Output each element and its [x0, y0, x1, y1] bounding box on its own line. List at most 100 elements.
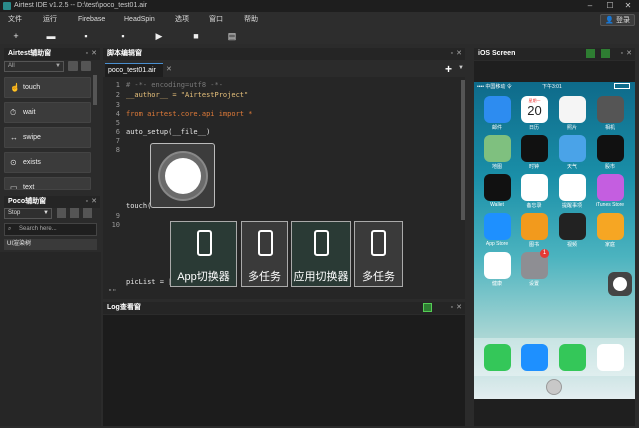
menu-window[interactable]: 窗口 — [209, 12, 223, 28]
maximize-icon[interactable]: ☐ — [601, 0, 619, 12]
panel-close-icon[interactable]: ✕ — [626, 48, 632, 60]
panel-close-icon[interactable]: ✕ — [91, 196, 97, 208]
connect-icon[interactable] — [586, 49, 595, 58]
app-icon-16[interactable] — [597, 213, 624, 240]
new-file-icon[interactable]: + — [10, 30, 22, 42]
code-import: from airtest.core.api import * — [126, 110, 253, 118]
float-icon[interactable]: ▫ — [451, 48, 453, 60]
app-label: 股市 — [604, 164, 615, 170]
scrollbar[interactable] — [93, 75, 97, 105]
line-number: 3 — [115, 101, 120, 109]
editor-tab-bar: poco_test01.air ✕ + ▼ — [103, 61, 465, 77]
tab-label: poco_test01.air — [108, 67, 156, 74]
calendar-day: 20 — [527, 103, 542, 118]
export-icon[interactable] — [83, 208, 92, 218]
float-icon[interactable]: ▫ — [86, 48, 88, 60]
poco-mode-select[interactable]: Stop ▼ — [4, 208, 52, 219]
refresh-icon[interactable] — [70, 208, 79, 218]
code-marker: "" — [108, 288, 117, 296]
ui-tree-root[interactable]: UI渲染树 — [4, 239, 97, 250]
float-icon[interactable]: ▫ — [451, 302, 453, 314]
menu-headspin[interactable]: HeadSpin — [124, 12, 155, 28]
home-button[interactable] — [546, 379, 562, 395]
menu-help[interactable]: 帮助 — [244, 12, 258, 28]
app-switcher-card[interactable]: App切换器 — [170, 221, 237, 287]
close-icon[interactable]: ✕ — [619, 0, 637, 12]
multitask-card[interactable]: 多任务 — [241, 221, 288, 287]
line-number: 4 — [115, 110, 120, 118]
lock-icon[interactable] — [57, 208, 66, 218]
app-switcher-card[interactable]: 应用切换器 — [291, 221, 351, 287]
menu-run[interactable]: 运行 — [43, 12, 57, 28]
float-icon[interactable]: ▫ — [86, 196, 88, 208]
app-icon-5[interactable] — [484, 135, 511, 162]
orientation-icon[interactable] — [601, 49, 610, 58]
dock-app-1[interactable] — [484, 344, 511, 371]
log-output[interactable] — [103, 315, 465, 426]
app-icon-1[interactable] — [484, 96, 511, 123]
filter-icon[interactable] — [423, 303, 432, 312]
tab-close-icon[interactable]: ✕ — [166, 65, 172, 73]
app-icon-6[interactable] — [521, 135, 548, 162]
app-icon-4[interactable] — [597, 96, 624, 123]
filter-value: All — [8, 63, 15, 69]
chevron-down-icon[interactable]: ▼ — [458, 65, 464, 71]
line-number: 8 — [115, 146, 120, 154]
save-as-icon[interactable]: ▪ — [117, 30, 129, 42]
menu-file[interactable]: 文件 — [8, 12, 22, 28]
multitask-card[interactable]: 多任务 — [354, 221, 403, 287]
editor-scrollbar[interactable] — [461, 80, 465, 220]
app-icon-8[interactable] — [597, 135, 624, 162]
float-icon[interactable]: ▫ — [621, 48, 623, 60]
switcher-label: 应用切换器 — [293, 271, 349, 283]
minimize-icon[interactable]: – — [581, 0, 599, 12]
panel-close-icon[interactable]: ✕ — [456, 48, 462, 60]
line-number: 10 — [111, 221, 120, 229]
app-icon-9[interactable] — [484, 174, 511, 201]
api-button-touch[interactable]: ☝ touch — [4, 77, 91, 98]
app-label: 健康 — [491, 281, 502, 287]
menu-firebase[interactable]: Firebase — [78, 12, 105, 28]
airtest-panel-title: Airtest辅助窗 — [8, 50, 52, 57]
add-tab-icon[interactable]: + — [445, 62, 452, 76]
app-icon-3[interactable] — [559, 96, 586, 123]
code-touch-call: touch( — [126, 202, 152, 210]
api-button-text[interactable]: ▭ text — [4, 177, 91, 190]
poco-search-input[interactable]: ⌕ Search here... — [4, 223, 97, 236]
app-icon-15[interactable] — [559, 213, 586, 240]
run-icon[interactable]: ▶ — [153, 30, 165, 42]
open-folder-icon[interactable]: ▬ — [45, 30, 57, 42]
tab-poco-test01[interactable]: poco_test01.air — [105, 63, 163, 77]
app-icon-10[interactable] — [521, 174, 548, 201]
log-icon[interactable]: ▤ — [226, 30, 238, 42]
app-icon-17[interactable] — [484, 252, 511, 279]
save-icon[interactable]: ▪ — [80, 30, 92, 42]
app-icon-7[interactable] — [559, 135, 586, 162]
api-button-swipe[interactable]: ↔ swipe — [4, 127, 91, 148]
app-label: 视频 — [566, 242, 577, 248]
dock-app-4[interactable] — [597, 344, 624, 371]
notification-badge: 1 — [540, 249, 549, 258]
app-icon-12[interactable] — [597, 174, 624, 201]
menu-options[interactable]: 选项 — [175, 12, 189, 28]
app-label: 家庭 — [604, 242, 615, 248]
panel-close-icon[interactable]: ✕ — [91, 48, 97, 60]
dock-app-3[interactable] — [559, 344, 586, 371]
app-icon-13[interactable] — [484, 213, 511, 240]
image-icon[interactable] — [81, 61, 91, 71]
touch-target-thumbnail[interactable] — [150, 143, 215, 208]
api-button-wait[interactable]: ⏱ wait — [4, 102, 91, 123]
assistive-touch-button[interactable] — [608, 272, 632, 296]
filter-select[interactable]: All ▼ — [4, 61, 64, 72]
app-label: 天气 — [566, 164, 577, 170]
stop-icon[interactable]: ■ — [190, 30, 202, 42]
phone-icon — [197, 230, 212, 256]
dock-app-2[interactable] — [521, 344, 548, 371]
api-button-exists[interactable]: ⊙ exists — [4, 152, 91, 173]
line-number: 7 — [115, 137, 120, 145]
settings-icon[interactable] — [68, 61, 78, 71]
app-icon-11[interactable] — [559, 174, 586, 201]
login-button[interactable]: 👤 登录 — [600, 14, 635, 26]
panel-close-icon[interactable]: ✕ — [456, 302, 462, 314]
app-icon-14[interactable] — [521, 213, 548, 240]
